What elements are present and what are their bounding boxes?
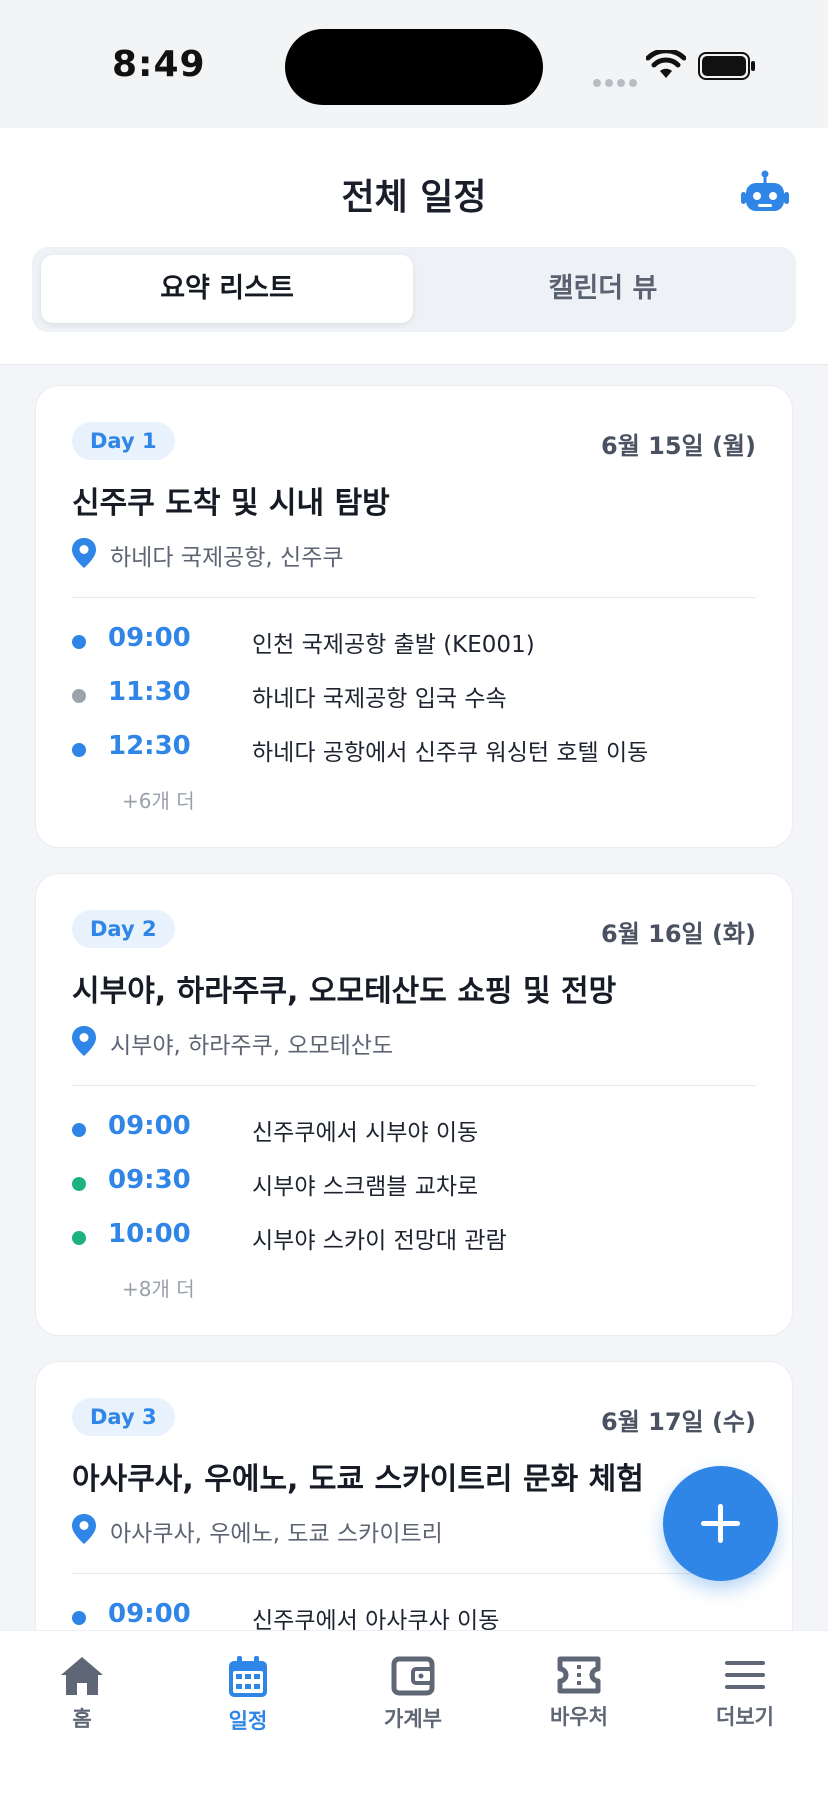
day-badge: Day 2 — [72, 910, 175, 948]
tab-schedule[interactable]: 일정 — [188, 1655, 308, 1765]
tab-label: 더보기 — [716, 1705, 774, 1729]
divider — [72, 1085, 756, 1086]
event-title: 하네다 국제공항 입국 수속 — [252, 686, 507, 712]
tab-label: 바우처 — [550, 1705, 608, 1729]
event-title: 신주쿠에서 시부야 이동 — [252, 1120, 479, 1146]
event-row[interactable]: 09:00 신주쿠에서 시부야 이동 — [72, 1109, 772, 1149]
event-time: 09:00 — [108, 1111, 191, 1141]
battery-icon — [698, 52, 755, 80]
cellular-signal-icon — [593, 72, 641, 91]
tab-budget[interactable]: 가계부 — [353, 1655, 473, 1765]
day-title: 신주쿠 도착 및 시내 탐방 — [72, 486, 390, 521]
home-icon — [61, 1657, 103, 1695]
ticket-icon — [557, 1656, 601, 1694]
day-date: 6월 15일 (월) — [601, 432, 756, 460]
event-row[interactable]: 12:30 하네다 공항에서 신주쿠 워싱턴 호텔 이동 — [72, 729, 772, 769]
event-status-dot — [72, 689, 86, 703]
event-time: 11:30 — [108, 677, 191, 707]
event-time: 09:00 — [108, 623, 191, 653]
event-row[interactable]: 10:00 시부야 스카이 전망대 관람 — [72, 1217, 772, 1257]
page-title: 전체 일정 — [341, 177, 487, 218]
tab-label: 홈 — [72, 1707, 92, 1731]
event-title: 인천 국제공항 출발 (KE001) — [252, 632, 535, 658]
tab-home[interactable]: 홈 — [22, 1655, 142, 1765]
event-status-dot — [72, 743, 86, 757]
event-title: 하네다 공항에서 신주쿠 워싱턴 호텔 이동 — [252, 740, 649, 766]
event-status-dot — [72, 1123, 86, 1137]
add-schedule-button[interactable] — [663, 1466, 778, 1581]
status-time: 8:49 — [112, 44, 206, 85]
day-title: 아사쿠사, 우에노, 도쿄 스카이트리 문화 체험 — [72, 1462, 644, 1497]
event-row[interactable]: 09:30 시부야 스크램블 교차로 — [72, 1163, 772, 1203]
event-row[interactable]: 11:30 하네다 국제공항 입국 수속 — [72, 675, 772, 715]
event-status-dot — [72, 635, 86, 649]
tab-calendar-view[interactable]: 캘린더 뷰 — [417, 255, 789, 323]
divider — [72, 597, 756, 598]
location-text: 시부야, 하라주쿠, 오모테산도 — [110, 1033, 394, 1059]
location-text: 아사쿠사, 우에노, 도쿄 스카이트리 — [110, 1521, 443, 1547]
day-date: 6월 17일 (수) — [601, 1408, 756, 1436]
divider — [72, 1573, 756, 1574]
wifi-icon — [646, 50, 686, 78]
menu-icon — [725, 1661, 765, 1689]
event-title: 시부야 스크램블 교차로 — [252, 1174, 479, 1200]
location-pin-icon — [72, 1514, 96, 1544]
event-status-dot — [72, 1611, 86, 1625]
tab-voucher[interactable]: 바우처 — [519, 1655, 639, 1765]
tab-summary-list[interactable]: 요약 리스트 — [41, 255, 413, 323]
bottom-tab-bar: 홈 일정 가계부 바우처 더보기 — [0, 1630, 828, 1800]
dynamic-island — [285, 29, 543, 105]
tab-more[interactable]: 더보기 — [685, 1655, 805, 1765]
event-time: 10:00 — [108, 1219, 191, 1249]
event-time: 09:00 — [108, 1599, 191, 1629]
day-card[interactable]: Day 1 6월 15일 (월) 신주쿠 도착 및 시내 탐방 하네다 국제공항… — [35, 385, 793, 848]
event-row[interactable]: 09:00 인천 국제공항 출발 (KE001) — [72, 621, 772, 661]
day-title: 시부야, 하라주쿠, 오모테산도 쇼핑 및 전망 — [72, 974, 617, 1009]
location-text: 하네다 국제공항, 신주쿠 — [110, 545, 344, 571]
day-badge: Day 3 — [72, 1398, 175, 1436]
event-title: 시부야 스카이 전망대 관람 — [252, 1228, 507, 1254]
location-pin-icon — [72, 1026, 96, 1056]
event-status-dot — [72, 1231, 86, 1245]
event-row[interactable]: 09:00 신주쿠에서 아사쿠사 이동 — [72, 1597, 772, 1630]
tab-label: 일정 — [228, 1709, 268, 1733]
event-time: 12:30 — [108, 731, 191, 761]
schedule-list[interactable]: Day 1 6월 15일 (월) 신주쿠 도착 및 시내 탐방 하네다 국제공항… — [0, 366, 828, 1630]
day-badge: Day 1 — [72, 422, 175, 460]
event-time: 09:30 — [108, 1165, 191, 1195]
view-segmented-control: 요약 리스트 캘린더 뷰 — [32, 247, 796, 332]
event-title: 신주쿠에서 아사쿠사 이동 — [252, 1608, 500, 1630]
location-pin-icon — [72, 538, 96, 568]
status-bar: 8:49 — [0, 0, 828, 128]
wallet-icon — [391, 1656, 435, 1696]
more-events-link[interactable]: +8개 더 — [122, 1273, 195, 1302]
robot-icon[interactable] — [740, 170, 790, 216]
more-events-link[interactable]: +6개 더 — [122, 785, 195, 814]
calendar-icon — [229, 1656, 267, 1697]
day-card[interactable]: Day 2 6월 16일 (화) 시부야, 하라주쿠, 오모테산도 쇼핑 및 전… — [35, 873, 793, 1336]
plus-icon — [701, 1504, 740, 1543]
tab-label: 가계부 — [384, 1707, 442, 1731]
event-status-dot — [72, 1177, 86, 1191]
header: 전체 일정 요약 리스트 캘린더 뷰 — [0, 128, 828, 365]
day-date: 6월 16일 (화) — [601, 920, 756, 948]
